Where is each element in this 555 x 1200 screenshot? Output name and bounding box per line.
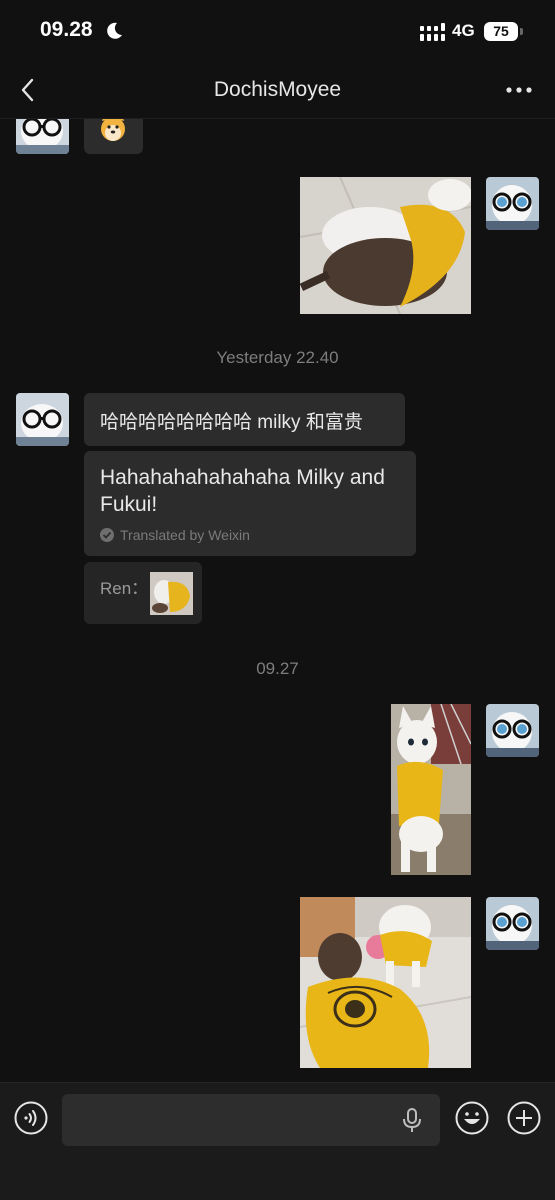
timestamp: 09.27 — [256, 659, 299, 678]
quote-sender: Ren： — [100, 579, 149, 598]
avatar-self[interactable] — [486, 704, 539, 757]
smiley-icon[interactable] — [455, 1101, 489, 1135]
check-circle-icon — [100, 528, 114, 542]
chat-title: DochisMoyee — [213, 78, 342, 101]
avatar[interactable] — [16, 393, 69, 446]
battery-level: 75 — [484, 22, 518, 41]
chat-screen: 09.28 4G 75 DochisMoyee Yesterday 22.40 … — [0, 0, 555, 1200]
network-type: 4G — [452, 21, 475, 40]
avatar-self[interactable] — [486, 897, 539, 950]
signal-icon — [420, 23, 445, 41]
ellipsis-icon[interactable] — [504, 78, 534, 102]
message-text: 哈哈哈哈哈哈哈哈 milky 和富贵 — [100, 412, 363, 433]
translation-note: Translated by Weixin — [120, 527, 250, 543]
status-bar: 09.28 4G 75 — [0, 0, 555, 64]
quoted-image-thumbnail — [150, 572, 193, 615]
message-input[interactable] — [62, 1094, 440, 1146]
battery-tip — [520, 28, 523, 35]
text-message-bubble[interactable]: 哈哈哈哈哈哈哈哈 milky 和富贵 — [84, 393, 405, 446]
plus-icon[interactable] — [507, 1101, 541, 1135]
image-message[interactable] — [300, 177, 471, 314]
image-message[interactable] — [300, 897, 471, 1068]
voice-icon[interactable] — [14, 1101, 48, 1135]
input-bar — [0, 1082, 555, 1200]
quoted-message[interactable]: Ren： — [84, 562, 202, 624]
avatar-self[interactable] — [486, 177, 539, 230]
microphone-icon[interactable] — [400, 1107, 424, 1133]
nav-bar: DochisMoyee — [0, 64, 555, 119]
translation-text: Hahahahahahahaha Milky and Fukui! — [100, 466, 385, 516]
status-time: 09.28 — [40, 18, 93, 41]
translation-bubble[interactable]: Hahahahahahahaha Milky and Fukui! Transl… — [84, 451, 416, 556]
timestamp: Yesterday 22.40 — [216, 348, 339, 367]
moon-icon — [107, 22, 122, 39]
image-message[interactable] — [391, 704, 471, 875]
